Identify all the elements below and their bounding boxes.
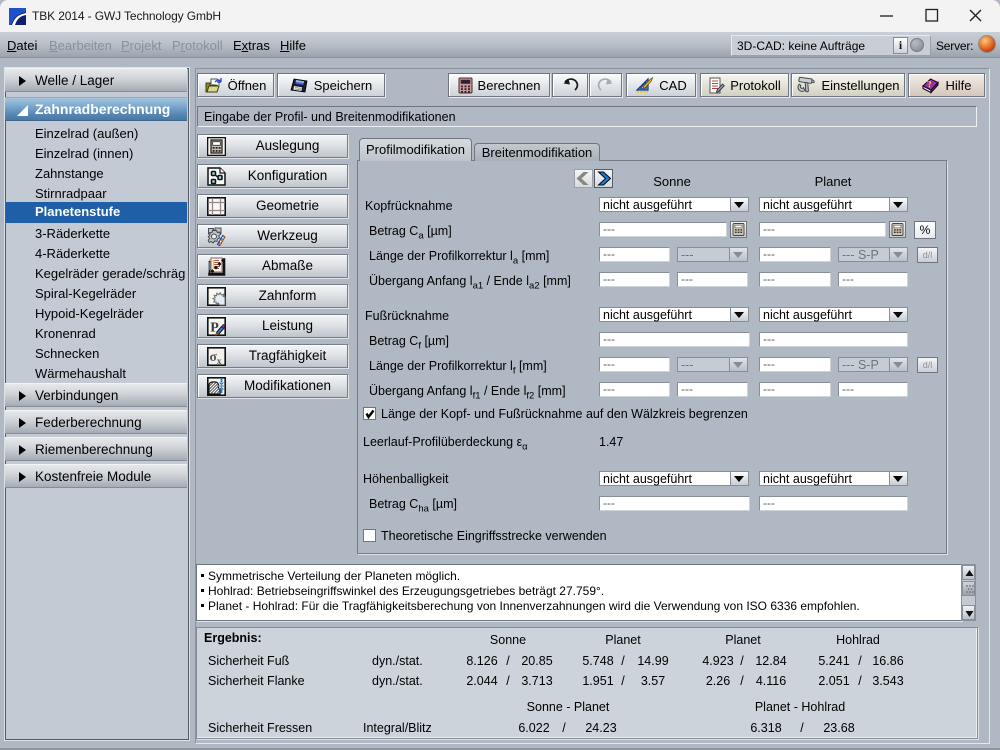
svg-text:x: x bbox=[217, 357, 222, 366]
